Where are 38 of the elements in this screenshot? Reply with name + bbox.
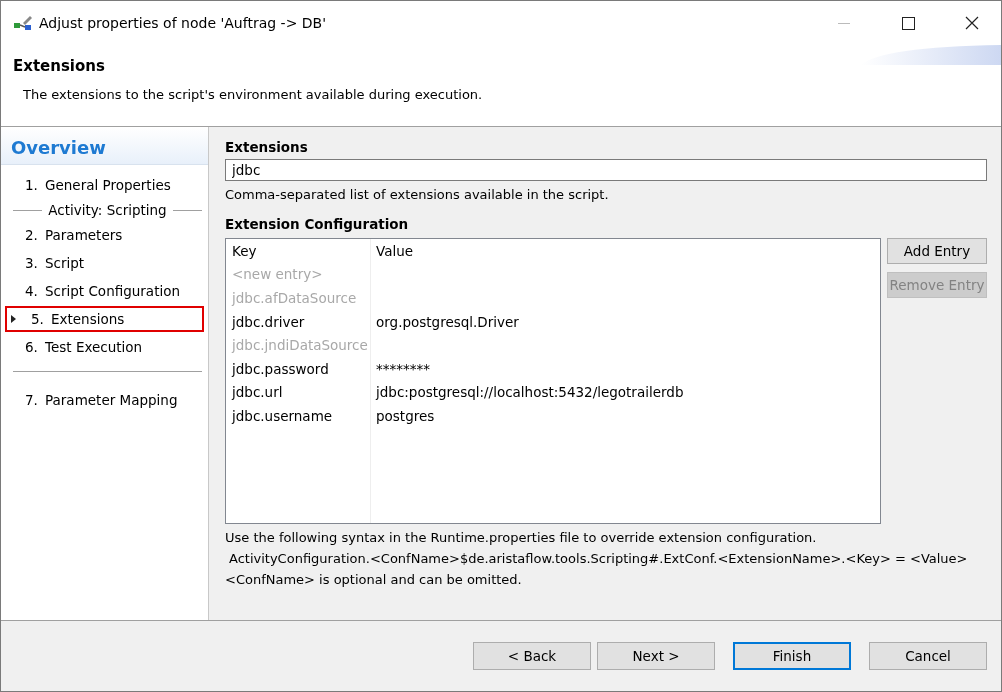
column-header: Value <box>375 241 415 261</box>
key-cell[interactable]: jdbc.driver <box>226 309 370 334</box>
key-cell[interactable]: jdbc.url <box>226 380 370 405</box>
key-cell[interactable]: jdbc.username <box>226 403 370 428</box>
section-label: Extension Configuration <box>225 216 409 232</box>
dialog-button[interactable]: Finish <box>733 642 851 670</box>
page-title: Extensions <box>13 57 105 75</box>
caret-icon <box>11 315 17 323</box>
note-text: ActivityConfiguration.<ConfName>$de.aristaflow.tools.Scripting#.ExtConf.<ExtensionName>.<Key> = <Value> <box>229 551 968 566</box>
dialog-button[interactable]: Next > <box>597 642 715 670</box>
key-cell[interactable]: jdbc.password <box>226 356 370 381</box>
page-description: The extensions to the script's environment available during execution. <box>23 87 483 102</box>
nav-item[interactable]: 4. Script Configuration <box>5 278 204 304</box>
nav-item[interactable]: 5. Extensions <box>5 306 204 332</box>
column-header: Key <box>231 241 258 261</box>
field-label: Extensions <box>225 139 308 155</box>
window-title: Adjust properties of node 'Auftrag -> DB' <box>39 15 328 31</box>
nav-item[interactable]: 2. Parameters <box>5 222 204 248</box>
value-cell-text: postgres <box>375 406 436 426</box>
nav-item[interactable]: 6. Test Execution <box>5 334 204 360</box>
nav-item[interactable]: 1. General Properties <box>5 172 204 198</box>
extensions-field[interactable]: jdbc <box>225 159 987 181</box>
close-icon <box>965 16 979 30</box>
field-hint: Comma-separated list of extensions available in the script. <box>225 187 609 202</box>
value-cell-text: org.postgresql.Driver <box>375 312 520 332</box>
entry-button[interactable]: Add Entry <box>887 238 987 264</box>
dialog-button[interactable]: < Back <box>473 642 591 670</box>
dialog-button[interactable]: Cancel <box>869 642 987 670</box>
note-text: Use the following syntax in the Runtime.properties file to override extension configuration. <box>225 530 817 545</box>
minimize-icon <box>838 22 850 24</box>
node-icon <box>13 15 33 31</box>
value-cell-text: ******** <box>375 359 431 379</box>
group-label: Activity: Scripting <box>48 202 167 218</box>
note-text: <ConfName> is optional and can be omitted. <box>225 572 522 587</box>
maximize-icon <box>901 16 915 30</box>
nav-item[interactable]: 7. Parameter Mapping <box>5 387 204 413</box>
value-cell-text: jdbc:postgresql://localhost:5432/legotrailerdb <box>374 383 685 403</box>
nav-item[interactable]: 3. Script <box>5 250 204 276</box>
